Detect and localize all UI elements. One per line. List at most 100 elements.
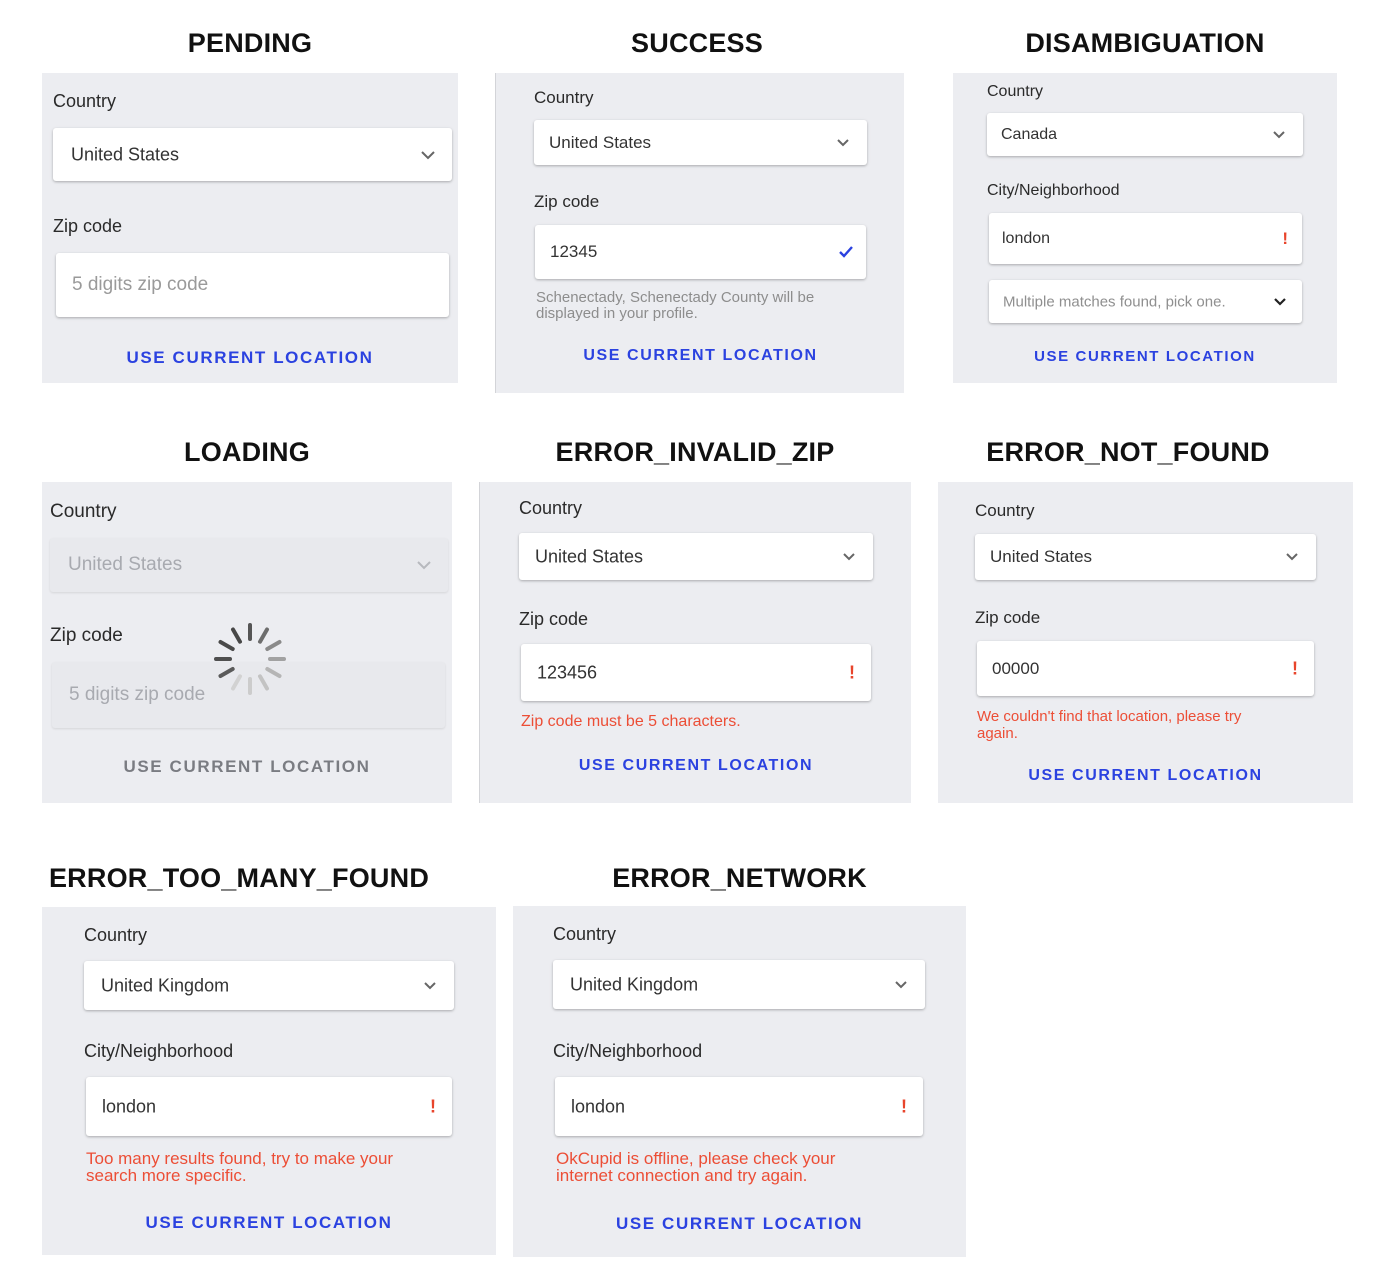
- exclamation-icon: !: [1292, 658, 1298, 678]
- country-select[interactable]: United Kingdom: [84, 961, 454, 1010]
- error-line-2: internet connection and try again.: [556, 1166, 808, 1185]
- location-form-disambiguation: Country Canada City/Neighborhood london …: [953, 73, 1337, 383]
- exclamation-icon: !: [430, 1096, 436, 1116]
- chevron-down-icon: [1272, 297, 1288, 307]
- use-current-location-button[interactable]: USE CURRENT LOCATION: [42, 1213, 496, 1233]
- chevron-down-icon: [835, 138, 851, 148]
- location-form-pending: Country United States Zip code 5 digits …: [42, 73, 458, 383]
- use-current-location-button[interactable]: USE CURRENT LOCATION: [513, 1214, 966, 1234]
- chevron-down-icon: [893, 980, 909, 990]
- country-label: Country: [50, 501, 117, 522]
- country-label: Country: [553, 924, 617, 944]
- country-select[interactable]: Canada: [987, 113, 1303, 156]
- error-message: Zip code must be 5 characters.: [521, 713, 741, 730]
- city-neighborhood-label: City/Neighborhood: [84, 1041, 234, 1061]
- error-message: OkCupid is offline, please check your in…: [556, 1150, 835, 1184]
- state-heading-disambiguation: DISAMBIGUATION: [1025, 28, 1265, 58]
- location-form-loading: Country United States Zip code 5 digits …: [42, 482, 452, 803]
- city-neighborhood-input[interactable]: london !: [555, 1077, 923, 1136]
- country-select-value: Canada: [1001, 125, 1058, 143]
- zip-code-value: 12345: [550, 242, 598, 261]
- chevron-down-icon: [416, 560, 432, 570]
- location-form-error-invalid-zip: Country United States Zip code 123456 ! …: [479, 482, 911, 803]
- city-neighborhood-input[interactable]: london !: [989, 213, 1302, 264]
- hint-line-1: Schenectady, Schenectady County will be: [536, 289, 815, 306]
- country-label: Country: [975, 501, 1035, 520]
- location-hint: Schenectady, Schenectady County will be …: [536, 290, 814, 322]
- country-select[interactable]: United States: [519, 533, 873, 580]
- zip-code-input[interactable]: 12345: [535, 225, 866, 279]
- city-neighborhood-value: london: [571, 1096, 626, 1116]
- country-label: Country: [53, 91, 117, 111]
- chevron-down-icon: [1271, 130, 1287, 140]
- country-select[interactable]: United States: [534, 120, 867, 165]
- country-label: Country: [519, 498, 583, 518]
- country-select-value: United States: [68, 554, 183, 575]
- country-label: Country: [987, 83, 1044, 100]
- location-form-error-network: Country United Kingdom City/Neighborhood…: [513, 906, 966, 1257]
- zip-code-placeholder: 5 digits zip code: [72, 274, 209, 295]
- city-neighborhood-label: City/Neighborhood: [553, 1041, 703, 1061]
- country-select[interactable]: United States: [975, 534, 1316, 580]
- country-select-value: United Kingdom: [101, 975, 230, 995]
- country-select: United States: [50, 538, 448, 592]
- state-heading-error-invalid-zip: ERROR_INVALID_ZIP: [555, 437, 835, 467]
- country-select-value: United States: [990, 547, 1093, 566]
- zip-code-placeholder: 5 digits zip code: [69, 684, 206, 705]
- zip-code-label: Zip code: [975, 608, 1041, 627]
- use-current-location-button[interactable]: USE CURRENT LOCATION: [938, 767, 1353, 785]
- city-neighborhood-value: london: [102, 1096, 157, 1116]
- error-line-2: again.: [977, 725, 1018, 742]
- use-current-location-button[interactable]: USE CURRENT LOCATION: [42, 348, 458, 368]
- country-select[interactable]: United Kingdom: [553, 960, 925, 1009]
- exclamation-icon: !: [1282, 228, 1288, 248]
- location-form-error-not-found: Country United States Zip code 00000 ! W…: [938, 482, 1353, 803]
- zip-code-value: 00000: [992, 658, 1040, 678]
- chevron-down-icon: [1284, 552, 1300, 562]
- state-heading-error-too-many-found: ERROR_TOO_MANY_FOUND: [48, 863, 430, 893]
- country-select[interactable]: United States: [53, 128, 452, 181]
- zip-code-input[interactable]: 123456 !: [521, 644, 871, 701]
- chevron-down-icon: [841, 552, 857, 562]
- location-form-error-too-many-found: Country United Kingdom City/Neighborhood…: [42, 907, 496, 1255]
- country-select-value: United States: [549, 132, 652, 152]
- error-line-1: OkCupid is offline, please check your: [556, 1149, 836, 1168]
- chevron-down-icon: [420, 150, 436, 160]
- city-neighborhood-value: london: [1002, 229, 1051, 247]
- state-heading-loading: LOADING: [184, 437, 310, 467]
- error-line-1: Too many results found, try to make your: [86, 1149, 394, 1168]
- zip-code-label: Zip code: [534, 192, 600, 211]
- hint-line-2: displayed in your profile.: [536, 305, 698, 322]
- city-neighborhood-input[interactable]: london !: [86, 1077, 452, 1136]
- error-message: We couldn't find that location, please t…: [977, 708, 1241, 742]
- state-heading-error-network: ERROR_NETWORK: [612, 863, 867, 893]
- zip-code-label: Zip code: [53, 216, 123, 236]
- error-line-2: search more specific.: [86, 1166, 247, 1185]
- multiple-matches-select[interactable]: Multiple matches found, pick one.: [989, 280, 1302, 323]
- state-heading-success: SUCCESS: [631, 28, 763, 58]
- location-form-success: Country United States Zip code 12345 Sch…: [495, 73, 904, 393]
- spinner-icon: [210, 619, 290, 699]
- zip-code-input[interactable]: 5 digits zip code: [56, 253, 449, 317]
- zip-code-value: 123456: [537, 662, 598, 682]
- chevron-down-icon: [422, 981, 438, 991]
- zip-code-label: Zip code: [50, 625, 123, 646]
- checkmark-icon: [838, 245, 854, 259]
- use-current-location-button[interactable]: USE CURRENT LOCATION: [953, 348, 1337, 365]
- country-select-value: United Kingdom: [570, 974, 699, 994]
- country-label: Country: [84, 925, 148, 945]
- use-current-location-button[interactable]: USE CURRENT LOCATION: [480, 757, 912, 775]
- use-current-location-button: USE CURRENT LOCATION: [123, 757, 371, 776]
- state-heading-error-not-found: ERROR_NOT_FOUND: [986, 437, 1270, 467]
- country-label: Country: [534, 88, 594, 107]
- multiple-matches-value: Multiple matches found, pick one.: [1003, 293, 1226, 310]
- country-select-value: United States: [535, 546, 644, 566]
- country-select-value: United States: [71, 144, 180, 164]
- error-message: Too many results found, try to make your…: [86, 1150, 393, 1184]
- exclamation-icon: !: [849, 662, 855, 682]
- state-heading-pending: PENDING: [187, 28, 313, 58]
- use-current-location-button[interactable]: USE CURRENT LOCATION: [496, 347, 905, 365]
- zip-code-input[interactable]: 00000 !: [977, 641, 1314, 696]
- zip-code-label: Zip code: [519, 609, 589, 629]
- exclamation-icon: !: [901, 1096, 907, 1116]
